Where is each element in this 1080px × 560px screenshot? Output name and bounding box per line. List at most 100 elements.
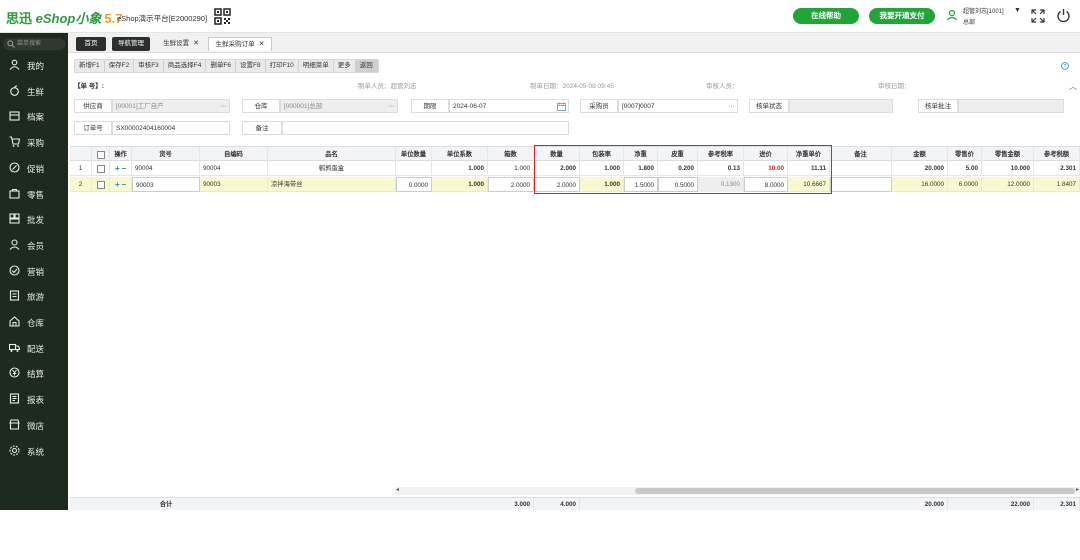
- cell-retail-price[interactable]: 6.0000: [948, 177, 982, 192]
- cell-tax-amount[interactable]: 1.8407: [1034, 177, 1080, 192]
- horizontal-scrollbar[interactable]: ◂ ▸: [395, 487, 1080, 495]
- toolbar-button[interactable]: 商品选择F4: [164, 60, 207, 72]
- cell-name[interactable]: 凉拌海带丝: [268, 177, 396, 192]
- scroll-right-icon[interactable]: ▸: [1076, 486, 1079, 493]
- cell-retail-amount[interactable]: 10.000: [982, 161, 1034, 176]
- calendar-icon[interactable]: [557, 102, 566, 111]
- cell-self-code[interactable]: 90004: [200, 161, 268, 176]
- cell-remark[interactable]: [830, 177, 892, 192]
- more-icon[interactable]: ···: [388, 100, 395, 114]
- sidebar-item[interactable]: 采购: [0, 131, 68, 155]
- sidebar-item[interactable]: 报表: [0, 388, 68, 412]
- sidebar-item[interactable]: 零售: [0, 183, 68, 207]
- help-icon[interactable]: ?: [1061, 62, 1069, 70]
- cell-retail-price[interactable]: 5.00: [948, 161, 982, 176]
- toolbar-button[interactable]: 新增F1: [75, 60, 105, 72]
- buyer-field[interactable]: [0007]0007 ···: [618, 99, 738, 113]
- total-retail-amount: 22.000: [982, 498, 1034, 511]
- col-name[interactable]: 品名: [268, 147, 396, 162]
- warehouse-field[interactable]: [000001]总部 ···: [280, 99, 398, 113]
- tab-label: 生鲜设置: [163, 40, 190, 47]
- cell-amount[interactable]: 16.0000: [892, 177, 948, 192]
- sidebar-item[interactable]: 微店: [0, 414, 68, 438]
- sidebar-item[interactable]: 仓库: [0, 311, 68, 335]
- order-no-field[interactable]: SX00002404160004: [112, 121, 230, 135]
- col-amount[interactable]: 金额: [892, 147, 948, 162]
- qr-code-icon[interactable]: [214, 8, 231, 25]
- cell-code[interactable]: 90004: [132, 161, 200, 176]
- cell-unit-qty[interactable]: 0.0000: [396, 177, 432, 192]
- sidebar-item[interactable]: 旅游: [0, 285, 68, 309]
- cell-self-code[interactable]: 90003: [200, 177, 268, 192]
- toolbar-button[interactable]: 设置F8: [236, 60, 266, 72]
- sidebar-item[interactable]: 配送: [0, 337, 68, 361]
- sidebar-item[interactable]: 系统: [0, 440, 68, 464]
- settle-icon: [9, 367, 20, 378]
- cell-remark[interactable]: [830, 161, 892, 176]
- order-no-label: 订单号: [74, 121, 112, 135]
- sidebar-item[interactable]: 批发: [0, 208, 68, 232]
- online-help-button[interactable]: 在线帮助: [793, 8, 859, 24]
- col-retail-amount[interactable]: 零售金额: [982, 147, 1034, 162]
- col-self-code[interactable]: 自编码: [200, 147, 268, 162]
- col-remark[interactable]: 备注: [830, 147, 892, 162]
- remove-row-icon[interactable]: −: [121, 180, 126, 189]
- user-avatar-icon[interactable]: [946, 9, 958, 21]
- tab-home[interactable]: 首页: [76, 37, 106, 51]
- col-unit-factor[interactable]: 单位系数: [432, 147, 488, 162]
- col-code[interactable]: 货号: [132, 147, 200, 162]
- user-dropdown-icon[interactable]: ▼: [1014, 7, 1021, 14]
- cell-unit-qty[interactable]: [396, 161, 432, 176]
- cell-tax-amount[interactable]: 2.301: [1034, 161, 1080, 176]
- open-payment-button[interactable]: 我要开通支付: [869, 8, 935, 24]
- sidebar-item[interactable]: 结算: [0, 362, 68, 386]
- row-checkbox[interactable]: [97, 181, 105, 189]
- toolbar-button[interactable]: 明细菜单: [299, 60, 334, 72]
- toolbar-button[interactable]: 更多: [334, 60, 356, 72]
- supplier-field[interactable]: [00001]工厂自产 ···: [112, 99, 230, 113]
- cell-boxes[interactable]: 1.000: [488, 161, 534, 176]
- toolbar-button[interactable]: 保存F2: [105, 60, 135, 72]
- col-retail-price[interactable]: 零售价: [948, 147, 982, 162]
- sidebar-item[interactable]: 促销: [0, 157, 68, 181]
- cell-unit-factor[interactable]: 1.000: [432, 177, 488, 192]
- col-boxes[interactable]: 箱数: [488, 147, 534, 162]
- select-all-checkbox[interactable]: [97, 151, 105, 159]
- toolbar-button[interactable]: 打印F10: [266, 60, 299, 72]
- cell-retail-amount[interactable]: 12.0000: [982, 177, 1034, 192]
- cell-boxes[interactable]: 2.0000: [488, 177, 534, 192]
- tab-fresh-purchase-order[interactable]: 生鲜采购订单 ✕: [208, 37, 272, 51]
- more-icon[interactable]: ···: [220, 100, 227, 114]
- add-row-icon[interactable]: +: [115, 164, 120, 173]
- remark-field[interactable]: [282, 121, 569, 135]
- add-row-icon[interactable]: +: [115, 180, 120, 189]
- sidebar-item[interactable]: 生鲜: [0, 80, 68, 104]
- more-icon[interactable]: ···: [728, 100, 735, 114]
- toolbar-button[interactable]: 删单F6: [206, 60, 236, 72]
- user-name[interactable]: 超管刘志[1001]: [963, 6, 1004, 15]
- tab-fresh-settings[interactable]: 生鲜设置 ✕: [156, 37, 206, 51]
- cell-name[interactable]: 鹌鹑蛋盒: [268, 161, 396, 176]
- power-icon[interactable]: [1056, 8, 1071, 23]
- collapse-up-icon[interactable]: ︿: [1069, 81, 1077, 92]
- sidebar-item[interactable]: 营销: [0, 260, 68, 284]
- col-tax-amount[interactable]: 参考税额: [1034, 147, 1080, 162]
- cell-amount[interactable]: 20.000: [892, 161, 948, 176]
- close-icon[interactable]: ✕: [193, 40, 199, 47]
- close-icon[interactable]: ✕: [259, 41, 265, 48]
- tab-nav-manage[interactable]: 导航管理: [112, 37, 150, 51]
- fullscreen-icon[interactable]: [1031, 9, 1045, 23]
- row-checkbox[interactable]: [97, 165, 105, 173]
- cell-code[interactable]: 90003: [132, 177, 200, 192]
- sidebar-item[interactable]: 档案: [0, 105, 68, 129]
- sidebar-item[interactable]: 我的: [0, 54, 68, 78]
- toolbar-button[interactable]: 审核F3: [134, 60, 164, 72]
- sidebar-item[interactable]: 会员: [0, 234, 68, 258]
- due-date-field[interactable]: 2024-06-07: [449, 99, 569, 113]
- scrollbar-thumb[interactable]: [635, 488, 1075, 494]
- cell-unit-factor[interactable]: 1.000: [432, 161, 488, 176]
- col-unit-qty[interactable]: 单位数量: [396, 147, 432, 162]
- remove-row-icon[interactable]: −: [121, 164, 126, 173]
- scroll-left-icon[interactable]: ◂: [396, 486, 399, 493]
- toolbar-button[interactable]: 返回: [355, 60, 378, 72]
